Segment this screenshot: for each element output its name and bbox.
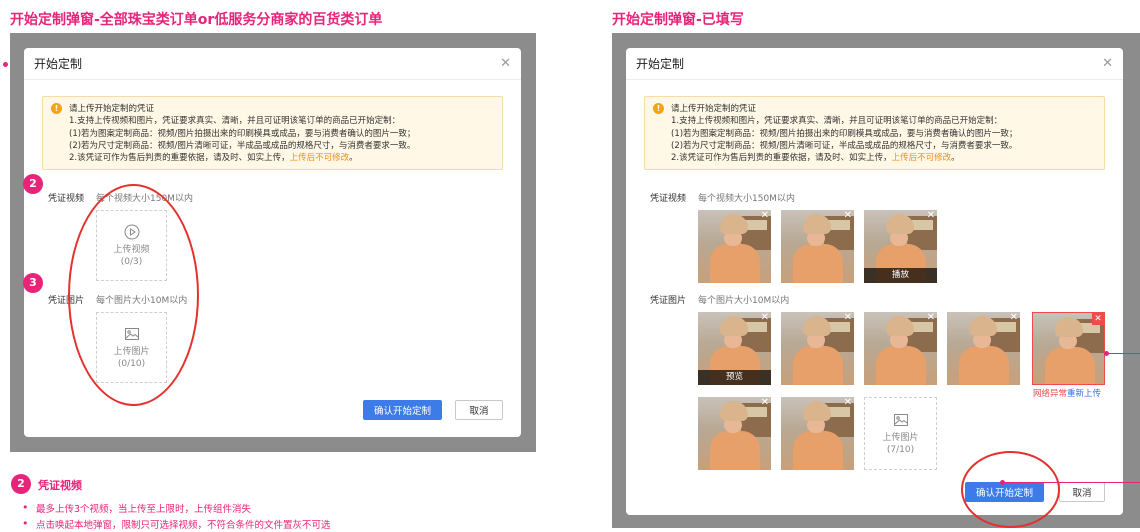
image-thumbnail-error[interactable]: ✕ xyxy=(1032,312,1105,385)
image-hint: 每个图片大小10M以内 xyxy=(698,296,790,306)
confirm-start-button[interactable]: 确认开始定制 xyxy=(363,400,442,420)
upload-error-message: 网络异常重新上传 xyxy=(1033,387,1101,399)
notice-box: ! 请上传开始定制的凭证 1.支持上传视频和图片，凭证要求真实、清晰，并且可证明… xyxy=(42,96,503,170)
image-icon xyxy=(893,413,908,426)
retry-upload-link[interactable]: 重新上传 xyxy=(1067,389,1101,399)
video-thumbnail[interactable]: ✕ xyxy=(698,210,771,283)
close-icon[interactable]: ✕ xyxy=(1102,57,1113,70)
image-upload-button[interactable]: 上传图片 (7/10) xyxy=(864,397,937,470)
remove-icon[interactable]: ✕ xyxy=(761,398,769,408)
modal-header: 开始定制 ✕ xyxy=(626,48,1123,80)
remove-icon[interactable]: ✕ xyxy=(761,211,769,221)
remove-icon[interactable]: ✕ xyxy=(1092,313,1104,325)
image-thumbnail[interactable]: ✕ xyxy=(947,312,1020,385)
preview-caption[interactable]: 预览 xyxy=(698,370,771,385)
remove-icon[interactable]: ✕ xyxy=(844,313,852,323)
right-modal: 开始定制 ✕ ! 请上传开始定制的凭证 1.支持上传视频和图片，凭证要求真实、清… xyxy=(626,48,1123,515)
image-thumbnail[interactable]: ✕ xyxy=(698,397,771,470)
modal-title: 开始定制 xyxy=(34,57,83,71)
image-upload-label: 上传图片 xyxy=(882,432,919,443)
left-section-title: 开始定制弹窗-全部珠宝类订单or低服务分商家的百货类订单 xyxy=(10,12,383,28)
modal-title: 开始定制 xyxy=(636,57,685,71)
notice-line: (2)若为尺寸定制商品：视频/图片清晰可证，半成品或成品的规格尺寸，与消费者要求… xyxy=(671,140,1018,151)
image-thumbnail[interactable]: ✕ xyxy=(864,312,937,385)
image-thumbnail[interactable]: ✕ 预览 xyxy=(698,312,771,385)
image-label: 凭证图片 xyxy=(650,296,687,306)
video-thumbnail[interactable]: ✕ xyxy=(781,210,854,283)
notice-line: 2.该凭证可作为售后判责的重要依据，请及时、如实上传，上传后不可修改。 xyxy=(671,152,1094,164)
notice-title: 请上传开始定制的凭证 xyxy=(671,104,757,114)
remove-icon[interactable]: ✕ xyxy=(844,211,852,221)
remove-icon[interactable]: ✕ xyxy=(927,211,935,221)
notes-title: 凭证视频 xyxy=(38,479,82,492)
notice-line: (2)若为尺寸定制商品：视频/图片清晰可证，半成品或成品的规格尺寸，与消费者要求… xyxy=(69,140,416,151)
image-thumbnail[interactable]: ✕ xyxy=(781,397,854,470)
notice-line-text: 2.该凭证可作为售后判责的重要依据，请及时、如实上传， xyxy=(671,153,892,164)
image-thumbnail[interactable]: ✕ xyxy=(781,312,854,385)
play-caption[interactable]: 播放 xyxy=(864,268,937,283)
remove-icon[interactable]: ✕ xyxy=(927,313,935,323)
annotation-ellipse xyxy=(68,184,199,406)
notice-line: (1)若为图案定制商品：视频/图片拍摄出来的印刷模具或成品，要与消费者确认的图片… xyxy=(69,128,416,139)
note-bullet: 点击唤起本地弹窗，限制只可选择视频，不符合条件的文件置灰不可选 xyxy=(22,517,330,531)
warning-icon: ! xyxy=(653,103,664,114)
close-icon[interactable]: ✕ xyxy=(500,57,511,70)
notice-line: (1)若为图案定制商品：视频/图片拍摄出来的印刷模具或成品，要与消费者确认的图片… xyxy=(671,128,1018,139)
notice-box: ! 请上传开始定制的凭证 1.支持上传视频和图片，凭证要求真实、清晰，并且可证明… xyxy=(644,96,1105,170)
notice-line: 2.该凭证可作为售后判责的重要依据，请及时、如实上传，上传后不可修改。 xyxy=(69,152,492,164)
notice-line: 1.支持上传视频和图片，凭证要求真实、清晰，并且可证明该笔订单的商品已开始定制： xyxy=(69,116,401,127)
annotation-ellipse xyxy=(961,451,1060,528)
modal-header: 开始定制 ✕ xyxy=(24,48,521,80)
step-badge-2: 2 xyxy=(23,174,43,194)
annotation-line xyxy=(1108,353,1140,354)
video-thumbnail[interactable]: ✕ 播放 xyxy=(864,210,937,283)
cancel-button[interactable]: 取消 xyxy=(455,400,503,420)
notice-highlight: 上传后不可修改 xyxy=(289,153,350,164)
video-label: 凭证视频 xyxy=(650,194,687,204)
image-upload-count: (7/10) xyxy=(886,444,915,455)
notice-line-text: 2.该凭证可作为售后判责的重要依据，请及时、如实上传， xyxy=(69,153,290,164)
warning-icon: ! xyxy=(51,103,62,114)
annotation-dot xyxy=(3,62,8,67)
note-bullet: 最多上传3个视频，当上传至上限时，上传组件消失 xyxy=(22,501,251,515)
error-text: 网络异常 xyxy=(1033,389,1068,399)
remove-icon[interactable]: ✕ xyxy=(844,398,852,408)
video-hint: 每个视频大小150M以内 xyxy=(698,194,795,204)
cancel-button[interactable]: 取消 xyxy=(1059,482,1105,502)
step-badge-2: 2 xyxy=(11,474,31,494)
notice-title: 请上传开始定制的凭证 xyxy=(69,104,155,114)
notice-highlight: 上传后不可修改 xyxy=(891,153,952,164)
notice-line: 1.支持上传视频和图片，凭证要求真实、清晰，并且可证明该笔订单的商品已开始定制： xyxy=(671,116,1003,127)
annotation-line xyxy=(1004,482,1140,483)
notice-line-suffix: 。 xyxy=(349,153,358,164)
remove-icon[interactable]: ✕ xyxy=(761,313,769,323)
step-badge-3: 3 xyxy=(23,273,43,293)
remove-icon[interactable]: ✕ xyxy=(1010,313,1018,323)
right-section-title: 开始定制弹窗-已填写 xyxy=(612,12,744,28)
video-label: 凭证视频 xyxy=(48,194,85,204)
notice-line-suffix: 。 xyxy=(951,153,960,164)
